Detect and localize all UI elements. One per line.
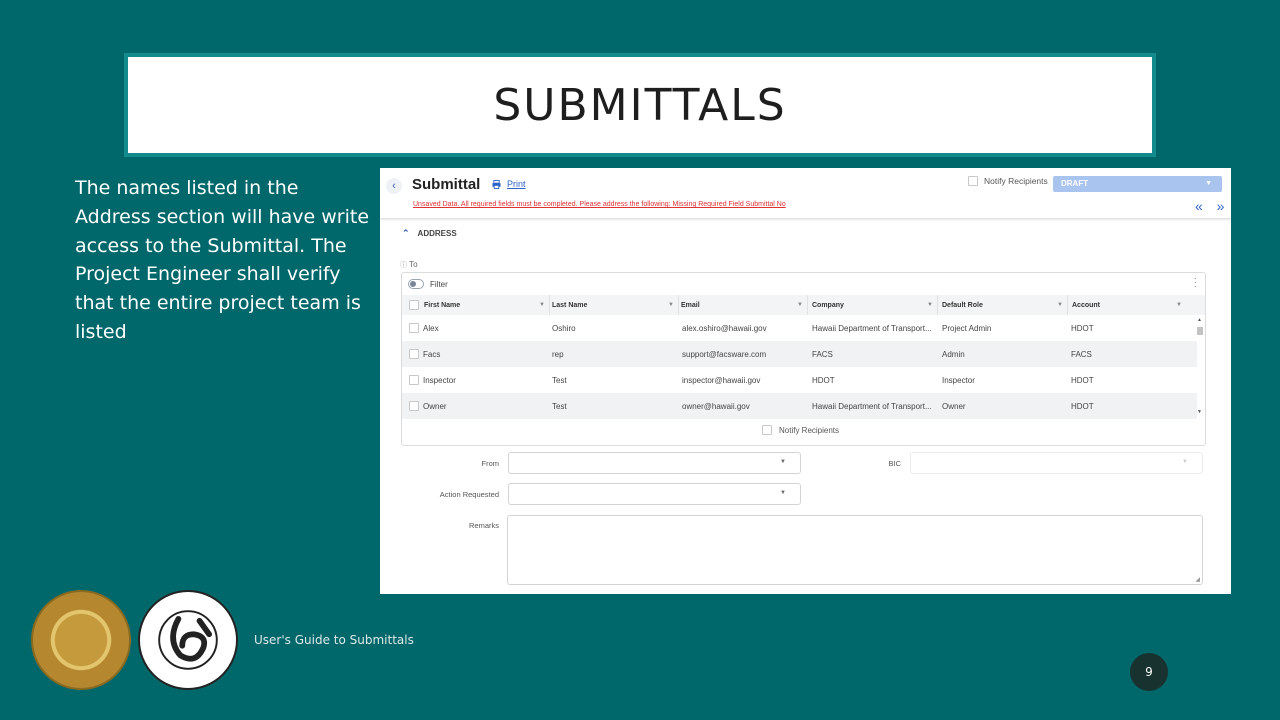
cell-default-role: Inspector xyxy=(942,375,975,385)
cell-email: inspector@hawaii.gov xyxy=(682,375,761,385)
bic-label: BIC xyxy=(888,459,901,468)
cell-last-name: Oshiro xyxy=(552,323,576,333)
resize-grip-icon[interactable]: ◢ xyxy=(1195,576,1200,583)
filter-label: Filter xyxy=(430,279,448,289)
header-bar: ‹ Submittal Print Unsaved Data. All requ… xyxy=(380,168,1231,218)
notify-checkbox-top[interactable] xyxy=(968,176,978,186)
action-requested-label: Action Requested xyxy=(439,490,499,499)
column-header-default-role[interactable]: Default Role ▼ xyxy=(938,295,1068,315)
table-row[interactable]: Inspector Test inspector@hawaii.gov HDOT… xyxy=(402,367,1197,393)
chevron-down-icon: ▼ xyxy=(780,490,786,496)
app-screenshot: ‹ Submittal Print Unsaved Data. All requ… xyxy=(380,168,1231,594)
select-all-checkbox[interactable] xyxy=(409,300,419,310)
toggle-icon[interactable] xyxy=(408,279,424,289)
bic-dropdown[interactable]: ▼ xyxy=(910,452,1203,474)
column-header-company[interactable]: Company ▼ xyxy=(808,295,938,315)
print-link[interactable]: Print xyxy=(492,179,526,189)
status-value: DRAFT xyxy=(1061,179,1089,188)
remarks-label: Remarks xyxy=(468,521,499,530)
chevron-up-icon: ⌃ xyxy=(402,228,410,238)
dot-logo-icon xyxy=(158,610,218,670)
address-section-label: ADDRESS xyxy=(417,229,457,238)
notify-label-grid: Notify Recipients xyxy=(779,425,840,435)
cell-account: HDOT xyxy=(1071,323,1094,333)
sort-icon: ▼ xyxy=(927,302,933,308)
remarks-textarea[interactable]: ◢ xyxy=(507,515,1203,585)
from-dropdown[interactable]: ▼ xyxy=(508,452,801,474)
more-options-icon[interactable]: · · · xyxy=(1194,274,1197,292)
notify-recipients-top[interactable]: Notify Recipients xyxy=(968,176,1048,186)
cell-default-role: Admin xyxy=(942,349,965,359)
cell-company: HDOT xyxy=(812,375,835,385)
cell-first-name: Facs xyxy=(423,349,441,359)
cell-default-role: Project Admin xyxy=(942,323,992,333)
cell-email: owner@hawaii.gov xyxy=(682,401,750,411)
recipients-grid: Filter · · · First Name ▼ Last Name ▼ Email ▼… xyxy=(401,272,1206,446)
table-row[interactable]: Owner Test owner@hawaii.gov Hawaii Depar… xyxy=(402,393,1197,419)
printer-icon xyxy=(492,179,501,189)
cell-last-name: rep xyxy=(552,349,564,359)
print-label: Print xyxy=(507,179,526,189)
row-checkbox[interactable] xyxy=(409,323,419,333)
to-label: ⓘ To xyxy=(400,260,418,270)
table-row[interactable]: Facs rep support@facsware.com FACS Admin… xyxy=(402,341,1197,367)
page-number: 9 xyxy=(1130,653,1168,691)
slide-body-text: The names listed in the Address section … xyxy=(75,177,370,343)
column-header-first-name[interactable]: First Name ▼ xyxy=(422,295,550,315)
sort-icon: ▼ xyxy=(539,302,545,308)
cell-account: HDOT xyxy=(1071,375,1094,385)
sort-icon: ▼ xyxy=(1057,302,1063,308)
chevron-down-icon: ▼ xyxy=(1182,459,1188,465)
unsaved-warning[interactable]: Unsaved Data. All required fields must b… xyxy=(413,201,786,208)
notify-recipients-grid[interactable]: Notify Recipients xyxy=(762,425,839,435)
state-of-hawaii-seal xyxy=(31,590,131,690)
slide-title: SUBMITTALS xyxy=(493,79,787,131)
slide-title-box: SUBMITTALS xyxy=(124,53,1156,157)
address-section-toggle[interactable]: ⌃ ADDRESS xyxy=(402,228,457,239)
cell-company: Hawaii Department of Transport... xyxy=(812,401,932,411)
row-checkbox[interactable] xyxy=(409,375,419,385)
cell-email: support@facsware.com xyxy=(682,349,767,359)
sort-icon: ▼ xyxy=(797,302,803,308)
dot-hawaii-seal xyxy=(138,590,238,690)
cell-last-name: Test xyxy=(552,401,567,411)
cell-company: FACS xyxy=(812,349,833,359)
filter-toggle[interactable]: Filter xyxy=(408,279,448,289)
cell-email: alex.oshiro@hawaii.gov xyxy=(682,323,767,333)
grid-scrollbar[interactable]: ▲ ▼ xyxy=(1197,317,1203,415)
sort-icon: ▼ xyxy=(668,302,674,308)
column-header-account[interactable]: Account ▼ xyxy=(1068,295,1186,315)
row-checkbox[interactable] xyxy=(409,349,419,359)
notify-checkbox-grid[interactable] xyxy=(762,425,772,435)
cell-account: HDOT xyxy=(1071,401,1094,411)
cell-last-name: Test xyxy=(552,375,567,385)
page-title: Submittal xyxy=(412,176,481,193)
grid-header-row: First Name ▼ Last Name ▼ Email ▼ Company ▼ D… xyxy=(402,295,1205,315)
cell-company: Hawaii Department of Transport... xyxy=(812,323,932,333)
scroll-down-icon[interactable]: ▼ xyxy=(1197,409,1202,415)
row-checkbox[interactable] xyxy=(409,401,419,411)
chevron-down-icon: ▼ xyxy=(780,459,786,465)
scroll-up-icon[interactable]: ▲ xyxy=(1197,317,1202,323)
cell-first-name: Alex xyxy=(423,323,439,333)
cell-account: FACS xyxy=(1071,349,1092,359)
sort-icon: ▼ xyxy=(1176,302,1182,308)
back-button[interactable]: ‹ xyxy=(386,178,402,194)
table-row[interactable]: Alex Oshiro alex.oshiro@hawaii.gov Hawai… xyxy=(402,315,1197,341)
chevron-down-icon: ▼ xyxy=(1205,180,1212,187)
notify-label-top: Notify Recipients xyxy=(984,176,1048,186)
cell-first-name: Owner xyxy=(423,401,447,411)
cell-default-role: Owner xyxy=(942,401,966,411)
cell-first-name: Inspector xyxy=(423,375,456,385)
from-label: From xyxy=(481,459,500,468)
column-header-email[interactable]: Email ▼ xyxy=(679,295,808,315)
footer-text: User's Guide to Submittals xyxy=(254,633,414,647)
column-header-last-name[interactable]: Last Name ▼ xyxy=(550,295,679,315)
scroll-thumb[interactable] xyxy=(1197,327,1203,335)
action-requested-dropdown[interactable]: ▼ xyxy=(508,483,801,505)
status-dropdown[interactable]: DRAFT ▼ xyxy=(1053,176,1222,192)
info-icon: ⓘ xyxy=(400,262,407,269)
to-label-text: To xyxy=(409,260,418,269)
nav-arrows[interactable]: « » xyxy=(1195,198,1229,214)
